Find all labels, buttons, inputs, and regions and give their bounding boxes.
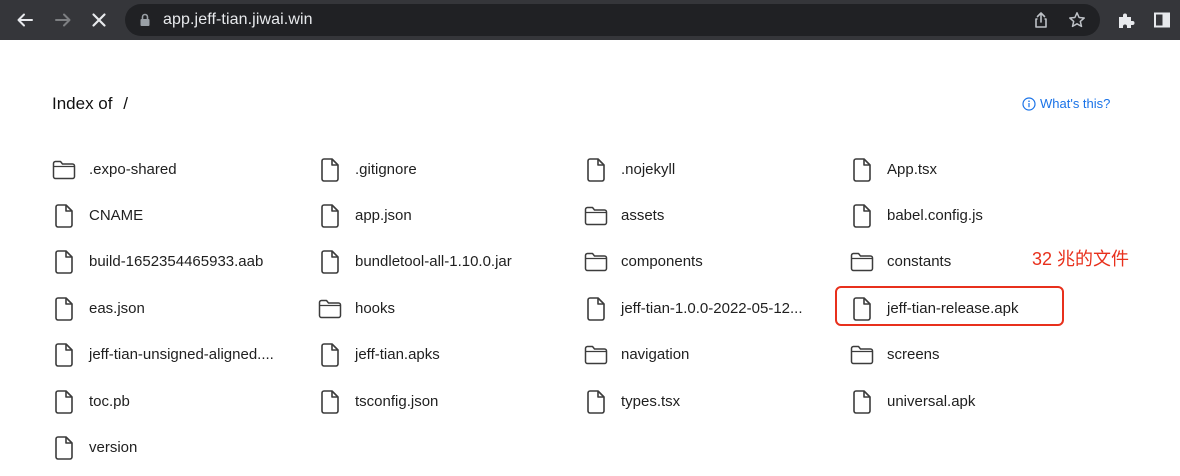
browser-toolbar: app.jeff-tian.jiwai.win (0, 0, 1180, 40)
whats-this-label[interactable]: What's this? (1040, 96, 1110, 111)
folder-icon (52, 157, 76, 183)
folder-entry[interactable]: .expo-shared (52, 155, 177, 185)
current-path[interactable]: / (123, 94, 128, 113)
file-entry[interactable]: babel.config.js (850, 201, 983, 231)
address-bar[interactable]: app.jeff-tian.jiwai.win (125, 4, 1100, 36)
file-entry[interactable]: universal.apk (850, 387, 975, 417)
file-entry[interactable]: eas.json (52, 294, 145, 324)
entry-name[interactable]: .gitignore (355, 160, 417, 180)
file-entry[interactable]: .nojekyll (584, 155, 675, 185)
file-entry[interactable]: bundletool-all-1.10.0.jar (318, 247, 512, 277)
folder-icon (584, 249, 608, 275)
file-icon (52, 296, 76, 322)
stop-loading-icon[interactable] (85, 6, 113, 34)
forward-arrow-icon[interactable] (49, 6, 77, 34)
folder-icon (850, 342, 874, 368)
file-entry[interactable]: tsconfig.json (318, 387, 438, 417)
folder-icon (850, 249, 874, 275)
entry-name[interactable]: eas.json (89, 299, 145, 319)
entry-name[interactable]: CNAME (89, 206, 143, 226)
file-entry[interactable]: version (52, 433, 137, 463)
page-title: Index of / (52, 93, 128, 115)
folder-icon (318, 296, 342, 322)
side-panel-icon[interactable] (1148, 6, 1176, 34)
info-icon (1022, 96, 1036, 111)
share-icon[interactable] (1031, 10, 1051, 35)
file-entry[interactable]: toc.pb (52, 387, 130, 417)
entry-name[interactable]: bundletool-all-1.10.0.jar (355, 252, 512, 272)
file-entry[interactable]: jeff-tian.apks (318, 340, 440, 370)
file-icon (318, 389, 342, 415)
folder-entry[interactable]: constants (850, 247, 951, 277)
entry-name[interactable]: hooks (355, 299, 395, 319)
file-icon (52, 203, 76, 229)
file-entry[interactable]: .gitignore (318, 155, 417, 185)
puzzle-icon[interactable] (1112, 6, 1140, 34)
file-icon (318, 342, 342, 368)
file-entry[interactable]: CNAME (52, 201, 143, 231)
star-icon[interactable] (1067, 10, 1087, 35)
url-text[interactable]: app.jeff-tian.jiwai.win (163, 10, 313, 30)
folder-entry[interactable]: screens (850, 340, 940, 370)
folder-entry[interactable]: assets (584, 201, 664, 231)
entry-name[interactable]: universal.apk (887, 392, 975, 412)
entry-name[interactable]: App.tsx (887, 160, 937, 180)
file-entry[interactable]: jeff-tian-unsigned-aligned.... (52, 340, 274, 370)
lock-icon[interactable] (137, 12, 153, 28)
entry-name[interactable]: version (89, 438, 137, 458)
folder-entry[interactable]: components (584, 247, 703, 277)
entry-name[interactable]: .expo-shared (89, 160, 177, 180)
file-entry[interactable]: App.tsx (850, 155, 937, 185)
folder-icon (584, 203, 608, 229)
file-icon (318, 157, 342, 183)
file-entry[interactable]: types.tsx (584, 387, 680, 417)
file-icon (318, 203, 342, 229)
entry-name[interactable]: components (621, 252, 703, 272)
entry-name[interactable]: constants (887, 252, 951, 272)
file-icon (52, 342, 76, 368)
entry-name[interactable]: types.tsx (621, 392, 680, 412)
annotation-text: 32 兆的文件 (1032, 249, 1130, 269)
highlight-box (835, 286, 1064, 326)
folder-entry[interactable]: navigation (584, 340, 689, 370)
entry-name[interactable]: navigation (621, 345, 689, 365)
file-icon (850, 203, 874, 229)
file-entry[interactable]: build-1652354465933.aab (52, 247, 263, 277)
file-icon (52, 389, 76, 415)
file-icon (850, 389, 874, 415)
file-icon (52, 249, 76, 275)
file-icon (52, 435, 76, 461)
entry-name[interactable]: screens (887, 345, 940, 365)
entry-name[interactable]: app.json (355, 206, 412, 226)
entry-name[interactable]: jeff-tian.apks (355, 345, 440, 365)
entry-name[interactable]: tsconfig.json (355, 392, 438, 412)
folder-entry[interactable]: hooks (318, 294, 395, 324)
entry-name[interactable]: build-1652354465933.aab (89, 252, 263, 272)
entry-name[interactable]: jeff-tian-1.0.0-2022-05-12... (621, 299, 803, 319)
file-entry[interactable]: app.json (318, 201, 412, 231)
entry-name[interactable]: .nojekyll (621, 160, 675, 180)
file-icon (584, 157, 608, 183)
entry-name[interactable]: babel.config.js (887, 206, 983, 226)
entry-name[interactable]: jeff-tian-unsigned-aligned.... (89, 345, 274, 365)
file-icon (318, 249, 342, 275)
entry-name[interactable]: assets (621, 206, 664, 226)
file-icon (850, 157, 874, 183)
whats-this-link[interactable]: What's this? (1022, 96, 1110, 111)
page-title-label: Index of (52, 94, 113, 113)
back-arrow-icon[interactable] (11, 6, 39, 34)
entry-name[interactable]: toc.pb (89, 392, 130, 412)
folder-icon (584, 342, 608, 368)
file-entry[interactable]: jeff-tian-1.0.0-2022-05-12... (584, 294, 803, 324)
file-icon (584, 296, 608, 322)
file-icon (584, 389, 608, 415)
